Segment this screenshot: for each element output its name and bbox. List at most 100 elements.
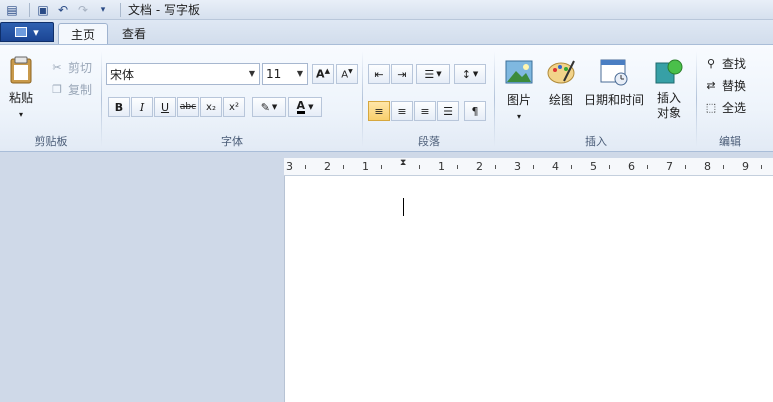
line-spacing-button[interactable]: ↕ ▼	[454, 64, 486, 84]
scissors-icon: ✂	[52, 61, 62, 74]
font-size-select[interactable]: 11 ▼	[262, 63, 308, 85]
tab-view[interactable]: 查看	[110, 23, 158, 44]
ruler-tick	[571, 165, 572, 169]
object-icon	[655, 59, 683, 84]
insert-picture-button[interactable]: 图片 ▾	[504, 57, 534, 121]
group-separator	[101, 51, 102, 147]
paragraph-group-label: 段落	[418, 135, 440, 148]
align-right-icon: ≡	[420, 104, 430, 118]
paint-drawing-button[interactable]: 绘图	[546, 57, 576, 108]
chevron-down-icon: ▼	[472, 70, 479, 78]
object-label: 插入对象	[656, 91, 681, 120]
ruler-label: 2	[324, 160, 331, 173]
ruler[interactable]: 3 2 1 ⧗ 1 2 3 4 5 6 7 8 9	[284, 158, 773, 176]
picture-icon	[505, 60, 533, 84]
save-icon[interactable]: ▣	[35, 2, 51, 18]
indent-marker-icon[interactable]: ⧗	[400, 158, 406, 168]
justify-button[interactable]: ☰	[437, 101, 459, 121]
increase-indent-button[interactable]: ⇥	[391, 64, 413, 84]
underline-button[interactable]: U	[154, 97, 176, 117]
font-group: 宋体 ▼ 11 ▼ A▲ A▼ B I U abc x₂ x² ✎ ▼ A ▼ …	[104, 49, 360, 149]
separator	[120, 2, 121, 17]
calendar-clock-icon	[600, 59, 628, 86]
app-icon[interactable]: ▤	[4, 2, 20, 18]
paragraph-icon: ¶	[471, 104, 479, 118]
italic-button[interactable]: I	[131, 97, 153, 117]
paste-button[interactable]: 粘贴 ▾	[6, 55, 36, 119]
align-right-button[interactable]: ≡	[414, 101, 436, 121]
bold-label: B	[114, 100, 124, 114]
app-menu-button[interactable]: ▾	[0, 22, 54, 42]
datetime-label: 日期和时间	[584, 93, 645, 107]
copy-button[interactable]: ❐ 复制	[50, 81, 92, 98]
find-label: 查找	[722, 57, 747, 71]
strikethrough-button[interactable]: abc	[177, 97, 199, 117]
ruler-tick	[419, 165, 420, 169]
chevron-down-icon: ▾	[18, 110, 23, 119]
grow-font-icon: A▲	[316, 67, 330, 81]
align-left-button[interactable]: ≡	[368, 101, 390, 121]
undo-icon[interactable]: ↶	[55, 2, 71, 18]
ruler-label: 9	[742, 160, 749, 173]
binoculars-icon: ⚲	[706, 57, 716, 70]
select-all-button[interactable]: ⬚ 全选	[704, 99, 746, 116]
grow-font-button[interactable]: A▲	[312, 64, 334, 84]
edit-group-label: 编辑	[719, 135, 741, 148]
align-center-icon: ≡	[397, 104, 407, 118]
tab-home[interactable]: 主页	[58, 23, 109, 44]
insert-object-button[interactable]: 插入对象	[652, 57, 686, 121]
decrease-indent-button[interactable]: ⇤	[368, 64, 390, 84]
shrink-font-button[interactable]: A▼	[336, 64, 358, 84]
bullets-button[interactable]: ☰ ▼	[416, 64, 450, 84]
font-group-label: 字体	[221, 135, 243, 148]
cut-button[interactable]: ✂ 剪切	[50, 59, 92, 76]
ruler-label: 1	[438, 160, 445, 173]
font-family-select[interactable]: 宋体 ▼	[106, 63, 260, 85]
bold-button[interactable]: B	[108, 97, 130, 117]
ruler-label: 6	[628, 160, 635, 173]
ruler-tick	[533, 165, 534, 169]
find-button[interactable]: ⚲ 查找	[704, 55, 746, 72]
font-color-button[interactable]: A ▼	[288, 97, 322, 117]
insert-datetime-button[interactable]: 日期和时间	[584, 57, 644, 108]
superscript-button[interactable]: x²	[223, 97, 245, 117]
ruler-tick	[343, 165, 344, 169]
group-separator	[362, 51, 363, 147]
chevron-down-icon: ▼	[436, 70, 442, 78]
document-page[interactable]	[284, 176, 773, 402]
group-separator	[696, 51, 697, 147]
decrease-indent-icon: ⇤	[374, 67, 384, 81]
picture-label: 图片	[506, 93, 531, 107]
group-separator	[494, 51, 495, 147]
align-center-button[interactable]: ≡	[391, 101, 413, 121]
paint-palette-icon	[547, 60, 575, 84]
replace-button[interactable]: ⇄ 替换	[704, 77, 746, 94]
clipboard-group: 粘贴 ▾ ✂ 剪切 ❐ 复制 剪贴板	[2, 49, 100, 149]
ruler-tick	[457, 165, 458, 169]
ruler-tick	[495, 165, 496, 169]
ruler-label: 3	[286, 160, 293, 173]
clipboard-group-label: 剪贴板	[34, 135, 68, 148]
insert-group-label: 插入	[585, 135, 607, 148]
text-caret	[403, 198, 404, 216]
redo-icon[interactable]: ↷	[75, 2, 91, 18]
paragraph-settings-button[interactable]: ¶	[464, 101, 486, 121]
strikethrough-label: abc	[179, 102, 197, 112]
ruler-label: 3	[514, 160, 521, 173]
insert-group: 图片 ▾ 绘图 日期和时间 插入对象 插入	[498, 49, 694, 149]
superscript-label: x²	[229, 101, 239, 113]
ruler-tick	[381, 165, 382, 169]
dropdown-icon[interactable]: ▾	[95, 2, 111, 18]
chevron-down-icon: ▼	[248, 69, 255, 78]
ruler-tick	[647, 165, 648, 169]
subscript-button[interactable]: x₂	[200, 97, 222, 117]
ribbon: 粘贴 ▾ ✂ 剪切 ❐ 复制 剪贴板 宋体 ▼ 11 ▼ A▲ A▼ B I U…	[0, 44, 773, 152]
font-family-value: 宋体	[110, 67, 135, 82]
paragraph-group: ⇤ ⇥ ☰ ▼ ↕ ▼ ≡ ≡ ≡ ☰ ¶ 段落	[366, 49, 492, 149]
highlight-button[interactable]: ✎ ▼	[252, 97, 286, 117]
ruler-label: 4	[552, 160, 559, 173]
paste-label: 粘贴	[8, 91, 33, 105]
bullet-list-icon: ☰	[424, 67, 435, 81]
cut-label: 剪切	[68, 61, 93, 75]
select-all-label: 全选	[722, 101, 747, 115]
